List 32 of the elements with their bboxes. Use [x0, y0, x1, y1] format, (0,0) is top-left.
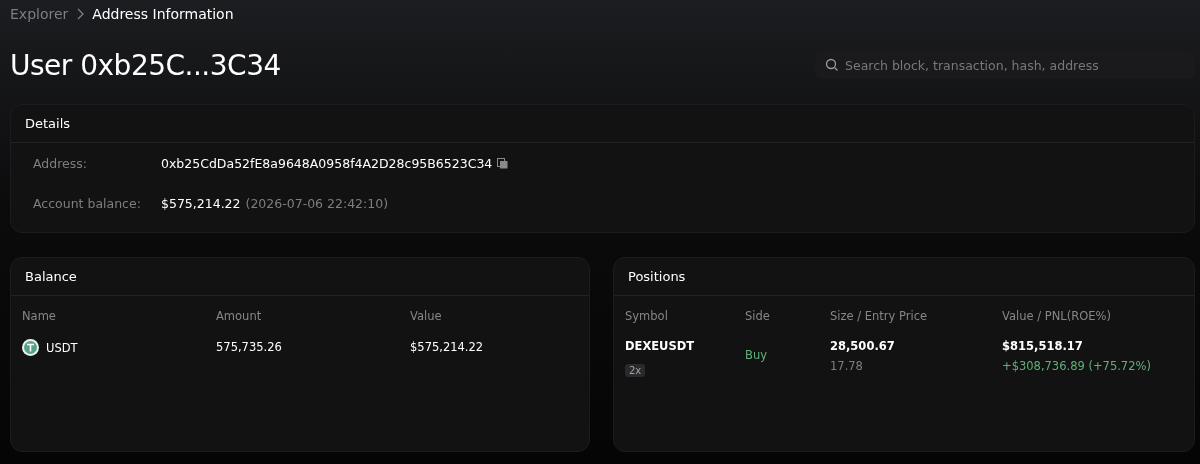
search-icon [825, 58, 839, 72]
field-label: Account balance: [33, 195, 142, 211]
column-header: Size / Entry Price [830, 309, 928, 323]
column-header: Amount [216, 309, 262, 323]
entry-price: 17.78 [830, 359, 863, 373]
card-title: Positions [628, 269, 686, 284]
breadcrumb-link[interactable]: Address Information [92, 6, 234, 22]
page-title: User 0xb25C...3C34 [10, 48, 281, 82]
column-header: Value [410, 309, 442, 323]
side-label: Buy [745, 348, 767, 362]
position-value: $815,518.17 [1002, 339, 1083, 353]
field-value: $575,214.22 [161, 195, 241, 211]
token-name: USDT [46, 340, 78, 355]
table-cell: $575,214.22 [410, 340, 484, 354]
symbol: DEXEUSDT [625, 339, 695, 353]
column-header: Side [745, 309, 770, 323]
card-title: Balance [25, 269, 77, 284]
pnl-value: +$308,736.89 (+75.72%) [1002, 359, 1151, 373]
field-label: Address: [33, 155, 88, 171]
token-icon [22, 339, 39, 356]
field-value: 0xb25CdDa52fE8a9648A0958f4A2D28c95B6523C34 [161, 155, 493, 171]
position-size: 28,500.67 [830, 339, 895, 353]
column-header: Symbol [625, 309, 668, 323]
copy-icon[interactable] [497, 157, 509, 169]
chevron-icon [76, 8, 85, 20]
card-title: Details [25, 116, 71, 131]
table-cell: 575,735.26 [216, 340, 282, 354]
column-header: Name [22, 309, 56, 323]
leverage-tag: 2x [625, 364, 646, 377]
breadcrumb-link[interactable]: Explorer [10, 6, 69, 22]
timestamp: (2026-07-06 22:42:10) [245, 195, 389, 211]
column-header: Value / PNL(ROE%) [1002, 309, 1111, 323]
